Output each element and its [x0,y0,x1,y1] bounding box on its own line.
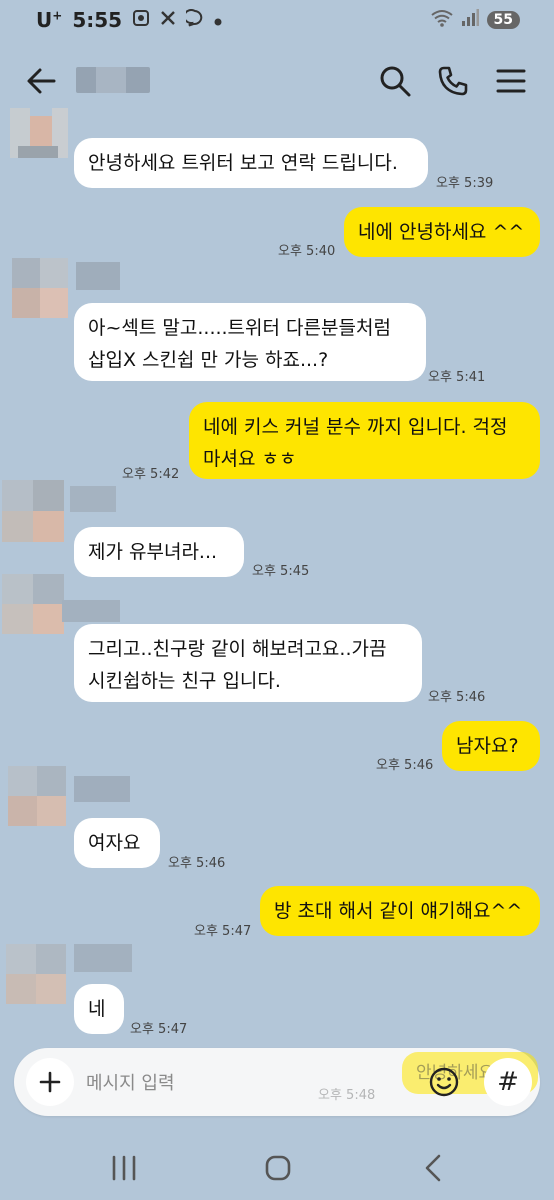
message-input-bar: 안녕하세요 오후 5:48 # [14,1048,540,1116]
carrier-label: U+ [36,8,63,32]
call-button[interactable] [436,64,470,98]
menu-button[interactable] [494,64,528,98]
message-time: 오후 5:46 [168,856,226,871]
status-bar: U+ 5:55 55 [0,0,554,44]
sender-name [76,262,120,290]
sender-name [70,486,116,512]
status-left: U+ 5:55 [36,8,222,32]
avatar[interactable] [2,574,64,634]
chat-bubble-icon [183,9,204,31]
battery-indicator: 55 [486,11,520,29]
message-time: 오후 5:47 [130,1022,188,1037]
chat-header [0,50,554,110]
wifi-icon [430,9,453,31]
message-time: 오후 5:39 [436,176,494,191]
recent-apps-button[interactable] [104,1148,144,1188]
back-arrow-icon [27,68,56,94]
emoji-icon [429,1067,459,1097]
search-button[interactable] [378,64,412,98]
recent-apps-icon [112,1155,136,1181]
phone-icon [438,66,468,96]
message-input[interactable] [84,1062,388,1104]
message-time: 오후 5:42 [122,467,180,482]
chevron-left-icon [425,1154,441,1182]
system-nav-bar [0,1128,554,1200]
back-nav-button[interactable] [414,1148,454,1188]
signal-icon [461,9,479,31]
message-bubble-incoming[interactable]: 안녕하세요 트위터 보고 연락 드립니다. [74,138,428,188]
search-icon [380,66,411,97]
plus-icon [39,1071,61,1093]
chat-title [76,67,150,93]
avatar[interactable] [12,258,68,318]
x-app-icon [160,10,176,30]
message-bubble-incoming[interactable]: 아~섹트 말고.....트위터 다른분들처럼 삽입X 스킨쉽 만 가능 하죠..… [74,303,426,381]
message-time: 오후 5:46 [376,758,434,773]
home-icon [265,1155,291,1181]
avatar[interactable] [2,480,64,542]
message-bubble-incoming[interactable]: 제가 유부녀라... [74,527,244,577]
message-time: 오후 5:47 [194,924,252,939]
screenshot-icon [132,9,150,31]
avatar[interactable] [10,108,68,158]
message-bubble-incoming[interactable]: 그리고..친구랑 같이 해보려고요..가끔 시킨쉽하는 친구 입니다. [74,624,422,702]
notification-dot-icon [214,11,222,30]
clock: 5:55 [72,8,123,32]
sender-name [74,776,130,802]
back-button[interactable] [24,64,58,98]
sender-name [74,944,132,972]
message-bubble-outgoing[interactable]: 네에 안녕하세요 ^^ [344,207,540,257]
hashtag-search-button[interactable]: # [484,1058,532,1106]
message-time: 오후 5:41 [428,370,486,385]
menu-icon [496,69,526,93]
avatar[interactable] [6,944,66,1004]
sender-name [62,600,120,622]
avatar[interactable] [8,766,66,826]
home-button[interactable] [258,1148,298,1188]
message-bubble-incoming[interactable]: 여자요 [74,818,160,868]
message-time: 오후 5:40 [278,244,336,259]
message-bubble-outgoing[interactable]: 남자요? [442,721,540,771]
message-bubble-outgoing[interactable]: 네에 키스 커널 분수 까지 입니다. 걱정 마셔요 ㅎㅎ [189,402,540,479]
attach-button[interactable] [26,1058,74,1106]
message-time: 오후 5:46 [428,690,486,705]
status-right: 55 [430,9,520,31]
emoji-button[interactable] [428,1066,460,1098]
message-bubble-outgoing[interactable]: 방 초대 해서 같이 얘기해요^^ [260,886,540,936]
message-bubble-incoming[interactable]: 네 [74,984,124,1034]
message-time: 오후 5:45 [252,564,310,579]
